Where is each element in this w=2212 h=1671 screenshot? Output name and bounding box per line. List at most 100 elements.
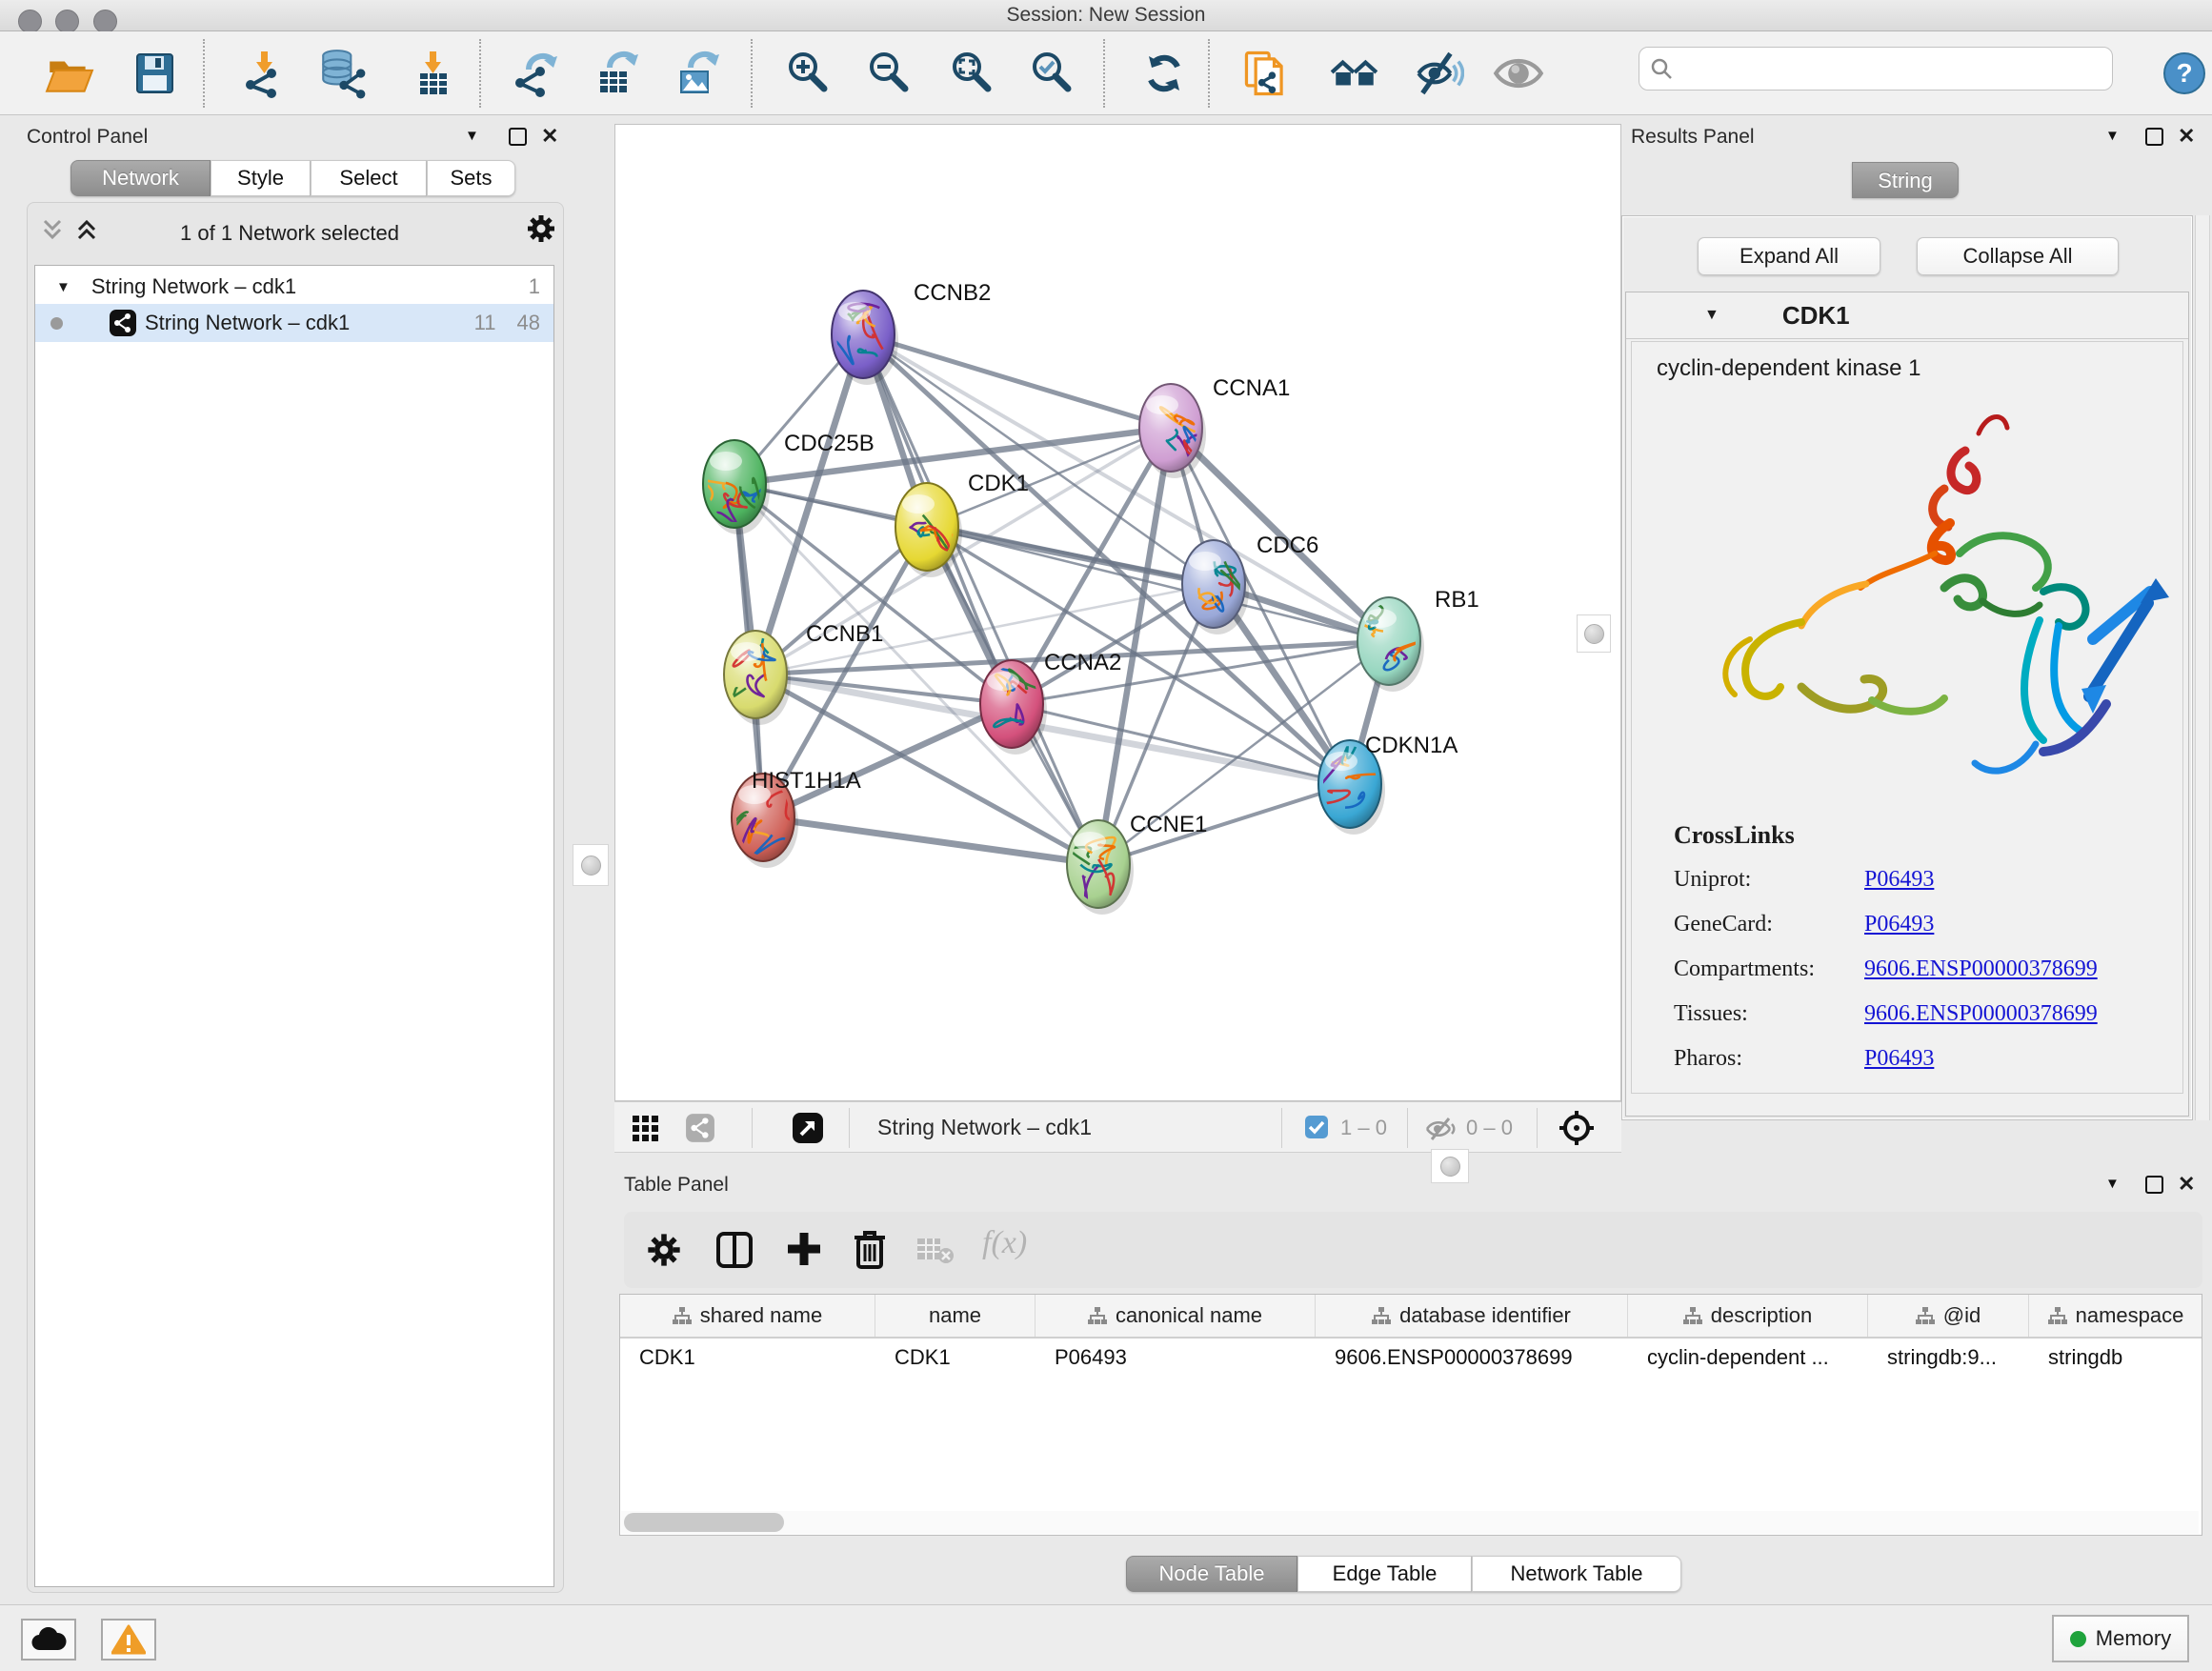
show-hide-graphics-button[interactable] xyxy=(1410,45,1467,102)
crosslink-label: Pharos: xyxy=(1674,1046,1864,1072)
collection-expander-icon[interactable]: ▼ xyxy=(56,279,70,295)
help-button[interactable]: ? xyxy=(2156,45,2212,102)
table-cell[interactable]: cyclin-dependent ... xyxy=(1628,1339,1868,1377)
export-network-button[interactable] xyxy=(508,45,565,102)
column-header-shared-name[interactable]: shared name xyxy=(620,1295,875,1337)
network-options-gear-icon[interactable] xyxy=(524,211,558,251)
table-settings-gear-icon[interactable] xyxy=(645,1231,683,1274)
node-CCNE1[interactable] xyxy=(1067,820,1134,915)
network-view-canvas[interactable]: CCNB2CCNA1CDC25BCDK1CDC6RB1CCNB1CCNA2CDK… xyxy=(614,124,1621,1101)
table-cell[interactable]: CDK1 xyxy=(620,1339,875,1377)
table-cell[interactable]: stringdb:9... xyxy=(1868,1339,2029,1377)
network-graph[interactable]: CCNB2CCNA1CDC25BCDK1CDC6RB1CCNB1CCNA2CDK… xyxy=(615,125,1620,1100)
cdk1-section-header[interactable]: ▼ CDK1 xyxy=(1626,292,2188,339)
close-panel-icon[interactable]: ✕ xyxy=(541,124,558,149)
table-cell[interactable]: 9606.ENSP00000378699 xyxy=(1316,1339,1628,1377)
memory-button[interactable]: Memory xyxy=(2052,1615,2189,1662)
column-header-@id[interactable]: @id xyxy=(1868,1295,2029,1337)
expand-all-button[interactable]: Expand All xyxy=(1698,237,1880,275)
table-cell[interactable]: P06493 xyxy=(1036,1339,1316,1377)
add-column-icon[interactable] xyxy=(784,1229,824,1274)
tab-network[interactable]: Network xyxy=(70,160,211,196)
float-panel-icon[interactable] xyxy=(2145,1176,2163,1194)
collection-count: 1 xyxy=(529,274,540,299)
float-panel-icon[interactable] xyxy=(509,128,527,146)
navigator-crosshair-icon[interactable] xyxy=(1558,1109,1596,1152)
node-RB1[interactable] xyxy=(1357,597,1424,692)
table-cell[interactable]: stringdb xyxy=(2029,1339,2202,1377)
collapse-panel-icon[interactable]: ▼ xyxy=(2105,1176,2120,1192)
tab-edge-table[interactable]: Edge Table xyxy=(1297,1556,1472,1592)
tab-sets[interactable]: Sets xyxy=(427,160,515,196)
float-panel-icon[interactable] xyxy=(2145,128,2163,146)
birdseye-view-icon[interactable] xyxy=(792,1112,824,1149)
column-header-description[interactable]: description xyxy=(1628,1295,1868,1337)
import-table-button[interactable] xyxy=(404,45,461,102)
show-columns-icon[interactable] xyxy=(715,1231,754,1274)
update-button[interactable] xyxy=(1136,45,1193,102)
column-header-namespace[interactable]: namespace xyxy=(2029,1295,2202,1337)
grid-view-icon[interactable] xyxy=(632,1115,660,1148)
edge-CCNB2-CCNA1[interactable] xyxy=(863,334,1171,428)
table-cell[interactable]: CDK1 xyxy=(875,1339,1036,1377)
delete-column-icon[interactable] xyxy=(851,1229,889,1274)
section-expander-icon[interactable]: ▼ xyxy=(1704,307,1719,324)
search-input[interactable] xyxy=(1639,47,2113,91)
results-scrollbar[interactable] xyxy=(2195,215,2210,1120)
export-image-button[interactable] xyxy=(670,45,727,102)
table-hscrollbar[interactable] xyxy=(621,1511,2199,1534)
import-network-database-button[interactable] xyxy=(314,45,372,102)
cloud-button[interactable] xyxy=(21,1619,76,1661)
string-style-icon[interactable] xyxy=(685,1113,715,1148)
right-splitter-handle[interactable] xyxy=(1577,614,1611,653)
open-session-button[interactable] xyxy=(41,45,98,102)
string-import-button[interactable] xyxy=(1238,45,1296,102)
main-toolbar: ? xyxy=(0,31,2212,115)
crosslink-link[interactable]: P06493 xyxy=(1864,1046,1934,1072)
delete-table-icon[interactable] xyxy=(915,1237,954,1270)
collapse-panel-icon[interactable]: ▼ xyxy=(465,128,479,144)
collapse-all-button[interactable]: Collapse All xyxy=(1917,237,2119,275)
tab-node-table[interactable]: Node Table xyxy=(1126,1556,1297,1592)
import-network-file-button[interactable] xyxy=(235,45,292,102)
tab-string[interactable]: String xyxy=(1852,162,1959,198)
export-table-button[interactable] xyxy=(589,45,646,102)
node-CCNB2[interactable] xyxy=(832,291,898,385)
crosslink-link[interactable]: 9606.ENSP00000378699 xyxy=(1864,1001,2098,1027)
edge-CCNA2-HIST1H1A[interactable] xyxy=(763,704,1012,817)
network-collection-row[interactable]: ▼ String Network – cdk1 1 xyxy=(35,270,553,304)
tab-network-table[interactable]: Network Table xyxy=(1472,1556,1681,1592)
function-builder-icon[interactable]: f(x) xyxy=(982,1225,1027,1261)
warnings-button[interactable] xyxy=(101,1619,156,1661)
column-header-database-identifier[interactable]: database identifier xyxy=(1316,1295,1628,1337)
tab-select[interactable]: Select xyxy=(311,160,427,196)
tab-style[interactable]: Style xyxy=(211,160,311,196)
node-CCNB1[interactable] xyxy=(721,631,791,725)
export-network-icon xyxy=(512,49,561,98)
show-graphics-button[interactable] xyxy=(1490,45,1547,102)
home-button[interactable] xyxy=(1326,45,1383,102)
zoom-out-button[interactable] xyxy=(860,45,917,102)
edge-HIST1H1A-CCNE1[interactable] xyxy=(763,817,1098,864)
zoom-in-button[interactable] xyxy=(779,45,836,102)
collapse-panel-icon[interactable]: ▼ xyxy=(2105,128,2120,144)
table-hscrollbar-thumb[interactable] xyxy=(624,1513,784,1532)
selected-checkbox-icon[interactable] xyxy=(1304,1115,1329,1144)
node-CCNA2[interactable] xyxy=(980,660,1047,755)
hidden-eye-slash-icon[interactable] xyxy=(1424,1117,1458,1146)
edge-CCNA2-CDKN1A[interactable] xyxy=(1012,704,1350,784)
network-row[interactable]: String Network – cdk1 11 48 xyxy=(35,304,553,342)
network-view-title: String Network – cdk1 xyxy=(877,1115,1092,1140)
crosslink-link[interactable]: P06493 xyxy=(1864,912,1934,937)
column-header-canonical-name[interactable]: canonical name xyxy=(1036,1295,1316,1337)
left-splitter-handle[interactable] xyxy=(573,844,609,886)
save-session-button[interactable] xyxy=(126,45,183,102)
crosslink-link[interactable]: 9606.ENSP00000378699 xyxy=(1864,956,2098,982)
zoom-fit-button[interactable] xyxy=(943,45,1000,102)
close-panel-icon[interactable]: ✕ xyxy=(2178,124,2195,149)
close-panel-icon[interactable]: ✕ xyxy=(2178,1172,2195,1197)
edge-CCNB2-CCNE1[interactable] xyxy=(863,334,1098,864)
crosslink-link[interactable]: P06493 xyxy=(1864,867,1934,893)
column-header-name[interactable]: name xyxy=(875,1295,1036,1337)
zoom-selected-button[interactable] xyxy=(1023,45,1080,102)
